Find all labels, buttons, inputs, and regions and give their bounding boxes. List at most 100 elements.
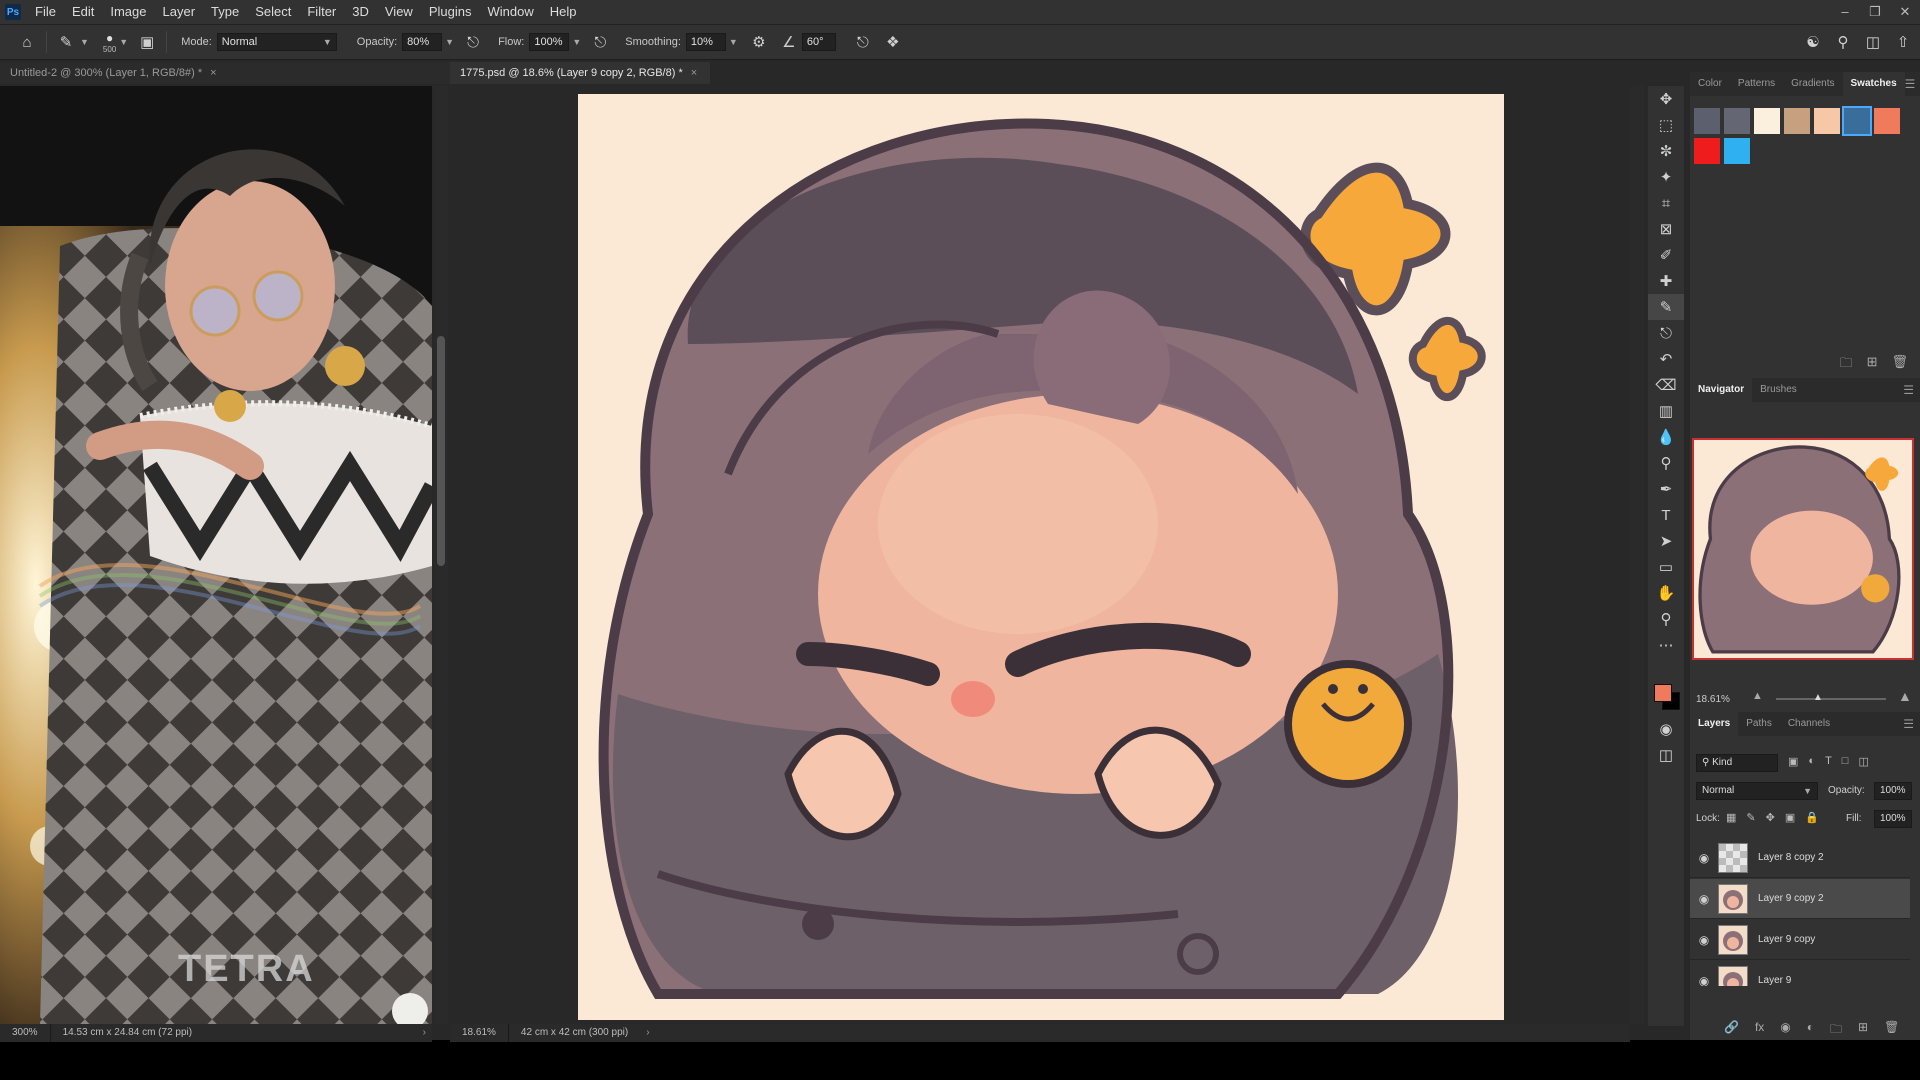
chevron-down-icon[interactable]: ▼ — [80, 37, 89, 47]
more-icon[interactable]: ⋯ — [1648, 632, 1684, 658]
chevron-right-icon[interactable]: › — [640, 1024, 655, 1042]
lock-all-icon[interactable]: 🔒 — [1805, 811, 1819, 824]
path-select-icon[interactable]: ➤ — [1648, 528, 1684, 554]
rectangle-icon[interactable]: ▭ — [1648, 554, 1684, 580]
stamp-icon[interactable]: ⎋ — [1648, 320, 1684, 346]
tab-navigator[interactable]: Navigator — [1690, 378, 1753, 402]
pressure-opacity-icon[interactable]: ⎋ — [462, 31, 484, 53]
doc1-vertical-scrollbar[interactable] — [434, 86, 448, 1024]
move-icon[interactable]: ✥ — [1648, 86, 1684, 112]
menu-file[interactable]: File — [27, 0, 64, 24]
brush-preset-icon[interactable]: ✎ — [55, 31, 77, 53]
adjustment-icon[interactable]: ◐ — [1807, 1020, 1814, 1041]
magic-wand-icon[interactable]: ✦ — [1648, 164, 1684, 190]
adjustment-filter-icon[interactable]: ◐ — [1808, 755, 1815, 768]
color-swatch[interactable] — [1694, 138, 1720, 164]
foreground-color[interactable] — [1654, 684, 1672, 702]
menu-edit[interactable]: Edit — [64, 0, 102, 24]
zoom-in-icon[interactable]: ▲ — [1898, 688, 1912, 704]
lasso-icon[interactable]: ✼ — [1648, 138, 1684, 164]
workspace-icon[interactable]: ◫ — [1862, 31, 1884, 53]
type-filter-icon[interactable]: T — [1825, 755, 1832, 768]
share-icon[interactable]: ⇧ — [1892, 31, 1914, 53]
share-learn-icon[interactable]: ☯ — [1802, 31, 1824, 53]
minimize-icon[interactable]: – — [1830, 0, 1860, 24]
quick-mask-icon[interactable]: ◉ — [1648, 716, 1684, 742]
lock-position-icon[interactable]: ✥ — [1766, 811, 1775, 824]
panel-menu-icon[interactable]: ☰ — [1905, 77, 1916, 91]
color-swatch[interactable] — [1724, 108, 1750, 134]
menu-layer[interactable]: Layer — [155, 0, 204, 24]
tab-gradients[interactable]: Gradients — [1783, 72, 1842, 96]
marquee-icon[interactable]: ⬚ — [1648, 112, 1684, 138]
tab-layers[interactable]: Layers — [1690, 712, 1739, 736]
doc1-zoom[interactable]: 300% — [0, 1024, 51, 1042]
eraser-icon[interactable]: ⌫ — [1648, 372, 1684, 398]
trash-icon[interactable]: 🗑 — [1891, 354, 1908, 376]
close-icon[interactable]: × — [691, 67, 697, 79]
eye-icon[interactable]: ◉ — [1690, 974, 1718, 987]
blend-mode-select[interactable]: Normal ▼ — [1696, 782, 1818, 800]
doc2-vertical-scrollbar[interactable] — [1630, 86, 1644, 1024]
gear-icon[interactable]: ⚙ — [748, 31, 770, 53]
layer-row[interactable]: ◉ Layer 9 copy 2 — [1690, 879, 1910, 919]
navigator-zoom-slider[interactable] — [1776, 698, 1886, 700]
navigator-preview[interactable] — [1692, 438, 1914, 660]
menu-filter[interactable]: Filter — [299, 0, 344, 24]
symmetry-icon[interactable]: ❖ — [882, 31, 904, 53]
tab-paths[interactable]: Paths — [1738, 712, 1780, 736]
artwork-canvas[interactable] — [578, 94, 1504, 1020]
chevron-down-icon[interactable]: ▼ — [445, 37, 454, 47]
panel-menu-icon[interactable]: ☰ — [1903, 383, 1914, 397]
menu-image[interactable]: Image — [102, 0, 154, 24]
trash-icon[interactable]: 🗑 — [1884, 1020, 1899, 1041]
menu-type[interactable]: Type — [203, 0, 247, 24]
color-swatch[interactable] — [1814, 108, 1840, 134]
menu-help[interactable]: Help — [542, 0, 585, 24]
close-icon[interactable]: ✕ — [1890, 0, 1920, 24]
tab-patterns[interactable]: Patterns — [1730, 72, 1783, 96]
hand-icon[interactable]: ✋ — [1648, 580, 1684, 606]
navigator-zoom[interactable]: 18.61% — [1696, 694, 1730, 705]
panel-menu-icon[interactable]: ☰ — [1903, 717, 1914, 731]
close-icon[interactable]: × — [210, 67, 216, 79]
smoothing-input[interactable]: 10% — [685, 33, 726, 51]
fx-icon[interactable]: fx — [1755, 1020, 1764, 1041]
tab-swatches[interactable]: Swatches — [1842, 72, 1905, 96]
brush-size-picker[interactable]: ● 500 — [103, 31, 116, 54]
flow-input[interactable]: 100% — [529, 33, 570, 51]
layer-row[interactable]: ◉ Layer 8 copy 2 — [1690, 838, 1910, 878]
layer-row[interactable]: ◉ Layer 9 — [1690, 961, 1910, 986]
menu-select[interactable]: Select — [247, 0, 299, 24]
angle-input[interactable]: 60° — [801, 33, 836, 51]
shape-filter-icon[interactable]: □ — [1842, 755, 1849, 768]
tab-untitled-2[interactable]: Untitled-2 @ 300% (Layer 1, RGB/8#) * × — [0, 62, 450, 84]
document-1775-psd[interactable] — [450, 86, 1630, 1024]
tab-brushes[interactable]: Brushes — [1752, 378, 1805, 402]
history-brush-icon[interactable]: ↶ — [1648, 346, 1684, 372]
home-icon[interactable]: ⌂ — [16, 31, 38, 53]
frame-icon[interactable]: ⊠ — [1648, 216, 1684, 242]
opacity-input[interactable]: 80% — [402, 33, 443, 51]
layer-row[interactable]: ◉ Layer 9 copy — [1690, 920, 1910, 960]
crop-icon[interactable]: ⌗ — [1648, 190, 1684, 216]
screen-mode-icon[interactable]: ◫ — [1648, 742, 1684, 768]
eye-icon[interactable]: ◉ — [1690, 892, 1718, 906]
bucket-icon[interactable]: ▥ — [1648, 398, 1684, 424]
zoom-icon[interactable]: ⚲ — [1648, 606, 1684, 632]
smart-object-filter-icon[interactable]: ◫ — [1858, 755, 1868, 768]
lock-artboard-icon[interactable]: ▣ — [1785, 811, 1795, 824]
color-swatch[interactable] — [1694, 108, 1720, 134]
folder-icon[interactable]: 🗀 — [1840, 354, 1853, 376]
airbrush-icon[interactable]: ⎋ — [589, 31, 611, 53]
lock-pixels-icon[interactable]: ✎ — [1746, 811, 1755, 824]
blur-icon[interactable]: 💧 — [1648, 424, 1684, 450]
zoom-out-icon[interactable]: ▲ — [1752, 690, 1763, 702]
color-swatch[interactable] — [1754, 108, 1780, 134]
pixel-filter-icon[interactable]: ▣ — [1788, 755, 1798, 768]
slider-handle[interactable]: ▲ — [1813, 692, 1823, 703]
restore-icon[interactable]: ❐ — [1860, 0, 1890, 24]
photoshop-logo[interactable]: Ps — [5, 4, 21, 20]
layer-kind-filter[interactable]: ⚲ Kind — [1696, 754, 1778, 772]
menu-window[interactable]: Window — [479, 0, 541, 24]
